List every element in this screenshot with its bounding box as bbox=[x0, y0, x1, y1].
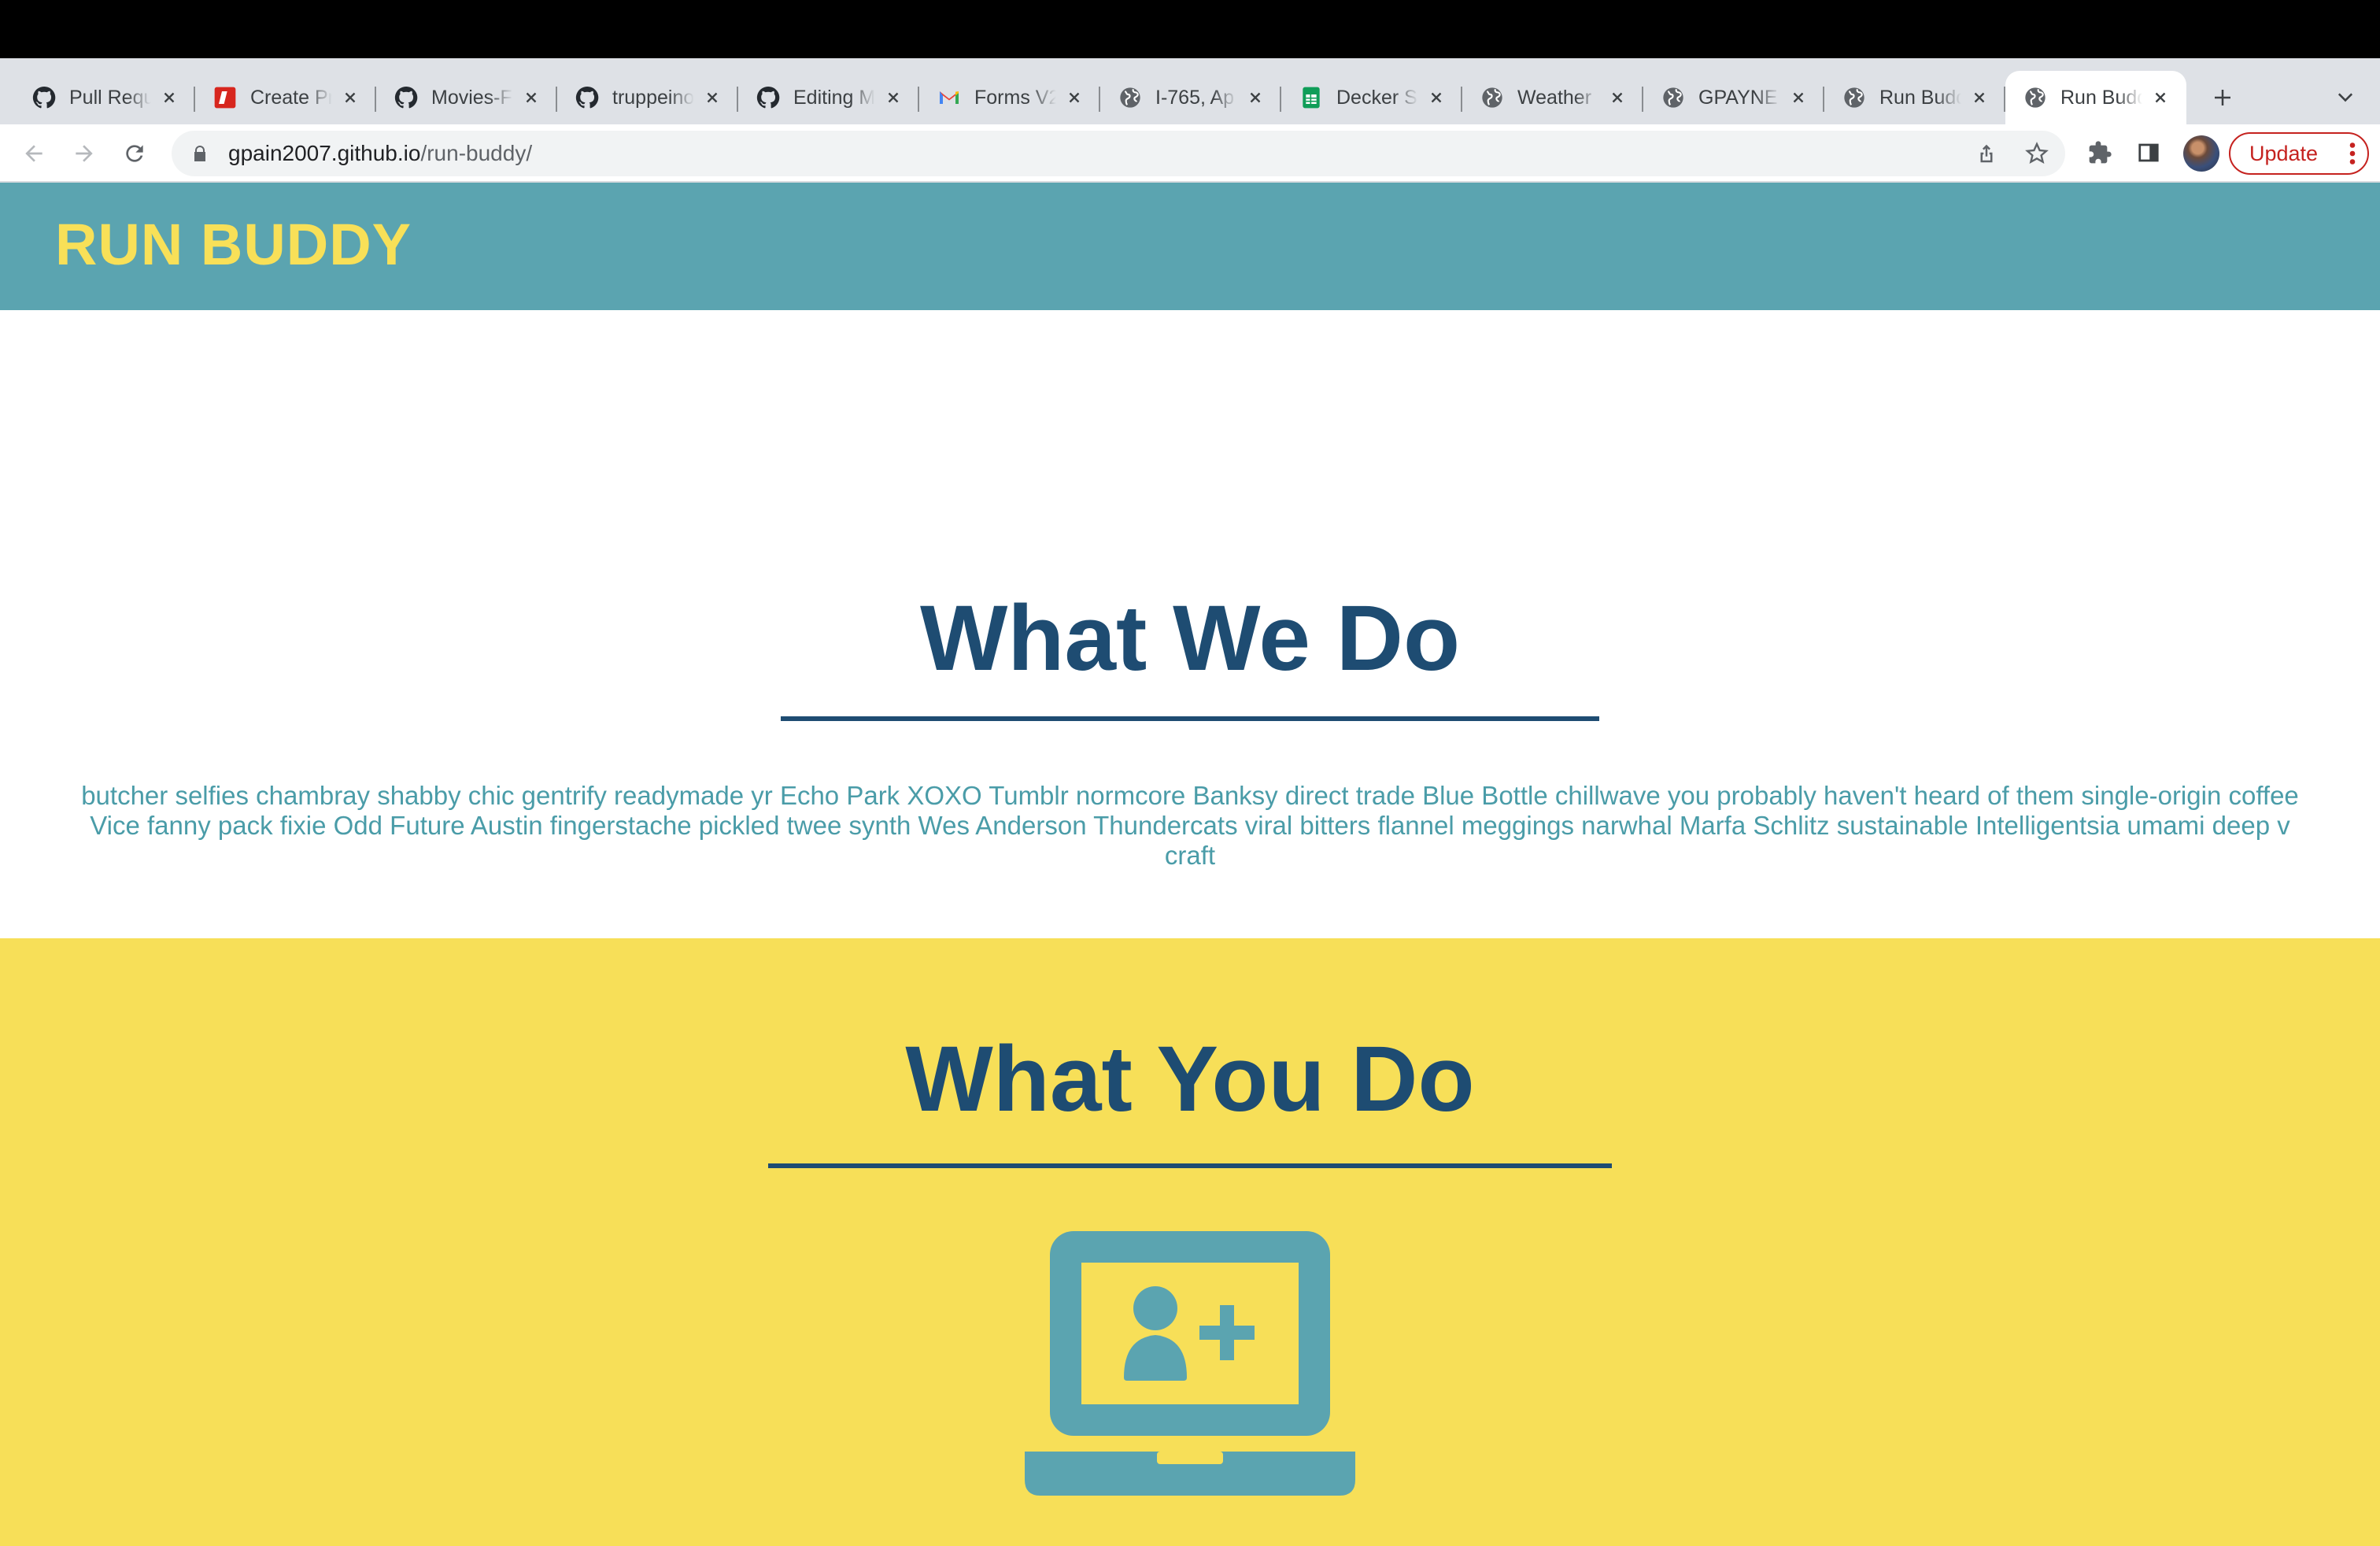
close-icon[interactable] bbox=[338, 86, 362, 109]
tab-title: Weather bbox=[1517, 86, 1592, 109]
tab-active[interactable]: Run Budd bbox=[2005, 71, 2186, 124]
back-button[interactable] bbox=[16, 135, 52, 172]
tab-strip: Pull Requ Create Pr Movies-F truppeino Editi… bbox=[0, 58, 2380, 124]
tab[interactable]: Run Budd bbox=[1824, 71, 2005, 124]
close-icon[interactable] bbox=[1787, 86, 1810, 109]
globe-icon bbox=[1118, 85, 1143, 110]
dev-icon bbox=[213, 85, 238, 110]
tab-title: Movies-F bbox=[431, 86, 512, 109]
globe-icon bbox=[1842, 85, 1867, 110]
close-icon[interactable] bbox=[1244, 86, 1267, 109]
update-label: Update bbox=[2249, 141, 2319, 165]
globe-icon bbox=[1661, 85, 1686, 110]
heading-divider bbox=[781, 716, 1599, 721]
profile-avatar[interactable] bbox=[2183, 135, 2219, 172]
forward-button[interactable] bbox=[66, 135, 102, 172]
close-icon[interactable] bbox=[519, 86, 543, 109]
page-content: RUN BUDDY What We Do butcher selfies cha… bbox=[0, 183, 2380, 1546]
tab[interactable]: GPAYNE bbox=[1643, 71, 1824, 124]
url-text: gpain2007.github.io/run-buddy/ bbox=[228, 141, 533, 165]
tab-search-button[interactable] bbox=[2326, 79, 2364, 117]
chevron-down-icon bbox=[2338, 93, 2353, 102]
globe-icon bbox=[1480, 85, 1505, 110]
close-icon[interactable] bbox=[1425, 86, 1448, 109]
tab-title: Pull Requ bbox=[69, 86, 151, 109]
site-title[interactable]: RUN BUDDY bbox=[55, 216, 412, 274]
what-you-do-heading: What You Do bbox=[905, 1027, 1475, 1131]
what-we-do-text: butcher selfies chambray shabby chic gen… bbox=[79, 781, 2301, 871]
address-bar[interactable]: gpain2007.github.io/run-buddy/ bbox=[172, 131, 2065, 176]
close-icon[interactable] bbox=[2149, 86, 2172, 109]
tab[interactable]: Decker S bbox=[1281, 71, 1462, 124]
close-icon[interactable] bbox=[1606, 86, 1629, 109]
bookmark-star-icon[interactable] bbox=[2023, 139, 2051, 168]
tab-title: Create Pr bbox=[250, 86, 332, 109]
share-icon[interactable] bbox=[1972, 139, 2001, 168]
what-we-do-text-line-1: butcher selfies chambray shabby chic gen… bbox=[81, 781, 2299, 810]
new-tab-button[interactable] bbox=[2204, 79, 2241, 117]
what-we-do-section: What We Do butcher selfies chambray shab… bbox=[0, 310, 2380, 938]
tab-title: Run Budd bbox=[2060, 86, 2142, 109]
more-vertical-icon bbox=[2349, 142, 2356, 165]
plus-icon bbox=[2215, 90, 2230, 105]
extensions-icon[interactable] bbox=[2084, 137, 2116, 168]
tab-title: Decker S bbox=[1336, 86, 1417, 109]
arrow-right-icon bbox=[76, 145, 93, 162]
tab[interactable]: Pull Requ bbox=[14, 71, 195, 124]
tab[interactable]: Forms V2 bbox=[919, 71, 1100, 124]
globe-icon bbox=[2023, 85, 2048, 110]
tab[interactable]: Movies-F bbox=[376, 71, 557, 124]
laptop-add-user-icon bbox=[1025, 1231, 1355, 1496]
close-icon[interactable] bbox=[881, 86, 905, 109]
github-icon bbox=[575, 85, 600, 110]
reload-button[interactable] bbox=[116, 135, 153, 172]
what-you-do-section: What You Do bbox=[0, 938, 2380, 1546]
lock-icon bbox=[190, 142, 213, 165]
sheets-icon bbox=[1299, 85, 1324, 110]
what-we-do-heading: What We Do bbox=[919, 586, 1461, 690]
tab-title: I-765, Ap bbox=[1155, 86, 1235, 109]
github-icon bbox=[31, 85, 57, 110]
reload-icon bbox=[126, 145, 143, 162]
what-we-do-text-line-2: Vice fanny pack fixie Odd Future Austin … bbox=[90, 811, 2290, 870]
side-panel-icon[interactable] bbox=[2133, 137, 2164, 168]
heading-divider bbox=[768, 1163, 1612, 1168]
tab-title: Forms V2 bbox=[974, 86, 1056, 109]
tab-title: GPAYNE bbox=[1698, 86, 1778, 109]
tab-title: Editing M bbox=[793, 86, 875, 109]
tab[interactable]: truppeino bbox=[557, 71, 738, 124]
github-icon bbox=[756, 85, 781, 110]
os-menu-bar bbox=[0, 0, 2380, 58]
close-icon[interactable] bbox=[157, 86, 181, 109]
arrow-left-icon bbox=[25, 145, 42, 162]
close-icon[interactable] bbox=[1062, 86, 1086, 109]
update-button[interactable]: Update bbox=[2229, 132, 2369, 175]
tab-title: Run Budd bbox=[1879, 86, 1961, 109]
close-icon[interactable] bbox=[700, 86, 724, 109]
close-icon[interactable] bbox=[1968, 86, 1991, 109]
tab-title: truppeino bbox=[612, 86, 694, 109]
browser-toolbar: gpain2007.github.io/run-buddy/ bbox=[0, 124, 2380, 183]
tab[interactable]: Weather bbox=[1462, 71, 1643, 124]
site-header: RUN BUDDY bbox=[0, 183, 2380, 310]
tab[interactable]: Editing M bbox=[738, 71, 919, 124]
tab[interactable]: Create Pr bbox=[195, 71, 376, 124]
tab[interactable]: I-765, Ap bbox=[1100, 71, 1281, 124]
gmail-icon bbox=[937, 85, 962, 110]
github-icon bbox=[394, 85, 419, 110]
